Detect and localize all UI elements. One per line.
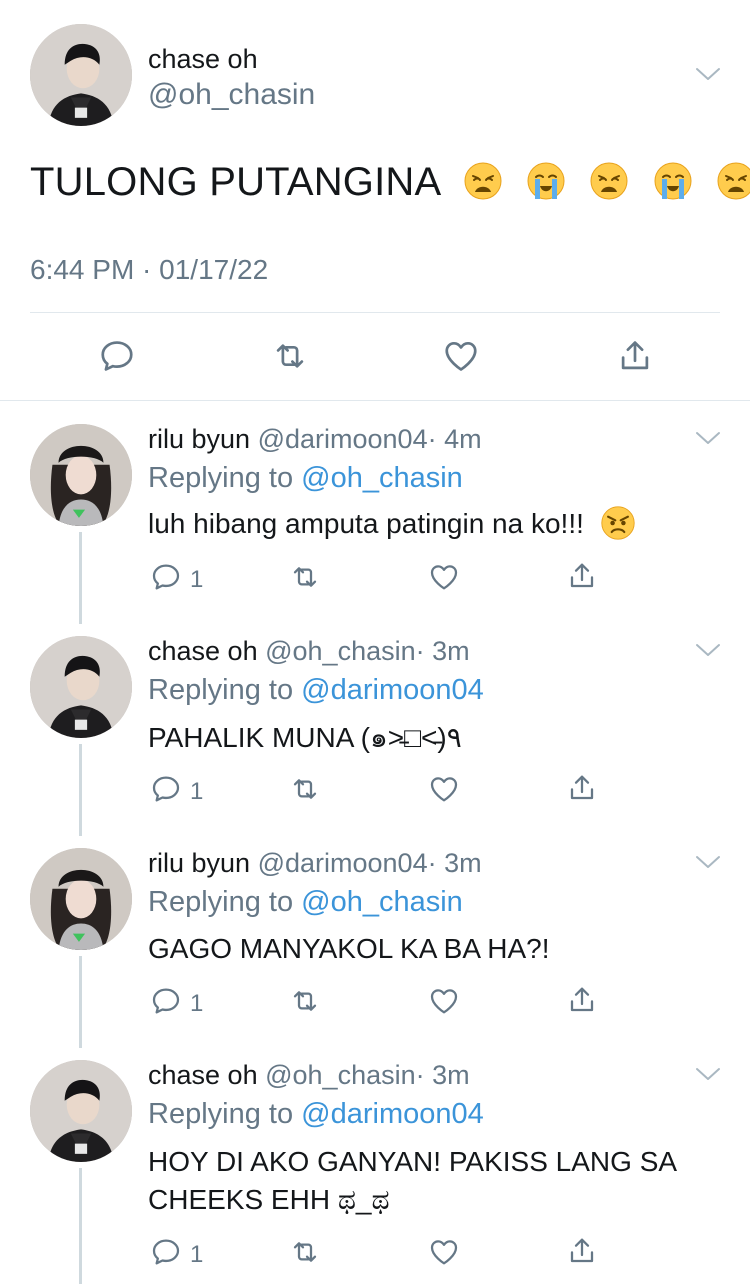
replying-to-label: Replying to <box>148 886 294 918</box>
replying-to: Replying to @darimoon04 <box>148 1098 484 1131</box>
author-handle[interactable]: @oh_chasin <box>265 1060 416 1090</box>
weary-face-icon <box>716 161 750 201</box>
replying-to-link[interactable]: @oh_chasin <box>301 886 463 918</box>
reply-time: · 3m <box>415 636 470 666</box>
reply-text: GAGO MANYAKOL KA BA HA?! <box>148 933 550 964</box>
replying-to-link[interactable]: @darimoon04 <box>301 1098 484 1130</box>
share-icon[interactable] <box>566 1235 598 1267</box>
reply-text: HOY DI AKO GANYAN! PAKISS LANG SA CHEEKS… <box>148 1146 676 1215</box>
chevron-down-icon[interactable] <box>695 854 721 870</box>
like-icon[interactable] <box>428 773 460 805</box>
avatar[interactable] <box>30 848 132 950</box>
angry-face-icon <box>600 505 636 541</box>
thread-line <box>79 744 82 836</box>
tweet-text-content: TULONG PUTANGINA <box>30 160 440 204</box>
like-icon[interactable] <box>442 337 480 375</box>
author-handle[interactable]: @oh_chasin <box>265 636 416 666</box>
reply-time: · 3m <box>415 1060 470 1090</box>
replying-to: Replying to @oh_chasin <box>148 886 463 919</box>
reply-count: 1 <box>190 778 204 805</box>
reply-icon[interactable] <box>98 337 136 375</box>
avatar[interactable] <box>30 24 132 126</box>
avatar[interactable] <box>30 1060 132 1162</box>
like-icon[interactable] <box>428 985 460 1017</box>
thread-line <box>79 532 82 624</box>
retweet-icon[interactable] <box>271 337 309 375</box>
avatar[interactable] <box>30 424 132 526</box>
like-icon[interactable] <box>428 561 460 593</box>
author-name[interactable]: chase oh <box>148 1060 258 1090</box>
weary-face-icon <box>589 161 629 201</box>
reply-count: 1 <box>190 1241 204 1268</box>
author-handle[interactable]: @oh_chasin <box>148 78 315 112</box>
weary-face-icon <box>463 161 503 201</box>
replying-to: Replying to @darimoon04 <box>148 674 484 707</box>
reply-time: · 4m <box>427 424 482 454</box>
author-name[interactable]: chase oh <box>148 636 258 666</box>
replying-to-label: Replying to <box>148 1098 294 1130</box>
retweet-icon[interactable] <box>289 1236 321 1268</box>
reply-time: · 3m <box>427 848 482 878</box>
chevron-down-icon[interactable] <box>695 642 721 658</box>
reply-icon[interactable] <box>150 1236 182 1268</box>
avatar[interactable] <box>30 636 132 738</box>
author-handle[interactable]: @darimoon04 <box>258 424 428 454</box>
avatar-image <box>30 848 132 950</box>
share-icon[interactable] <box>566 984 598 1016</box>
share-icon[interactable] <box>566 772 598 804</box>
author-name[interactable]: rilu byun <box>148 424 250 454</box>
divider <box>0 400 750 401</box>
tweet-text: TULONG PUTANGINA <box>30 160 750 205</box>
retweet-icon[interactable] <box>289 561 321 593</box>
replying-to-link[interactable]: @oh_chasin <box>301 462 463 494</box>
reply-header: rilu byun @darimoon04· 3m <box>148 848 482 879</box>
replying-to-link[interactable]: @darimoon04 <box>301 674 484 706</box>
avatar-image <box>30 1060 132 1162</box>
author-handle[interactable]: @darimoon04 <box>258 848 428 878</box>
chevron-down-icon[interactable] <box>695 66 721 82</box>
avatar-image <box>30 24 132 126</box>
replying-to-label: Replying to <box>148 674 294 706</box>
share-icon[interactable] <box>566 560 598 592</box>
avatar-image <box>30 424 132 526</box>
author-name[interactable]: rilu byun <box>148 848 250 878</box>
reply-text: PAHALIK MUNA (๑˃̵□˂̵)٩ <box>148 722 462 753</box>
divider <box>30 312 720 313</box>
chevron-down-icon[interactable] <box>695 1066 721 1082</box>
replying-to: Replying to @oh_chasin <box>148 462 463 495</box>
chevron-down-icon[interactable] <box>695 430 721 446</box>
retweet-icon[interactable] <box>289 773 321 805</box>
reply-text-content: luh hibang amputa patingin na ko!!! <box>148 508 584 539</box>
share-icon[interactable] <box>616 337 654 375</box>
author-name[interactable]: chase oh <box>148 44 258 75</box>
reply-text: luh hibang amputa patingin na ko!!! <box>148 505 718 543</box>
reply-header: chase oh @oh_chasin· 3m <box>148 1060 470 1091</box>
reply-icon[interactable] <box>150 773 182 805</box>
avatar-image <box>30 636 132 738</box>
reply-icon[interactable] <box>150 561 182 593</box>
reply-icon[interactable] <box>150 985 182 1017</box>
loudly-crying-face-icon <box>526 161 566 201</box>
thread-line <box>79 1168 82 1284</box>
thread-line <box>79 956 82 1048</box>
like-icon[interactable] <box>428 1236 460 1268</box>
reply-count: 1 <box>190 990 204 1017</box>
reply-count: 1 <box>190 566 204 593</box>
tweet-timestamp: 6:44 PM · 01/17/22 <box>30 254 269 285</box>
reply-header: chase oh @oh_chasin· 3m <box>148 636 470 667</box>
reply-header: rilu byun @darimoon04· 4m <box>148 424 482 455</box>
retweet-icon[interactable] <box>289 985 321 1017</box>
replying-to-label: Replying to <box>148 462 294 494</box>
loudly-crying-face-icon <box>653 161 693 201</box>
